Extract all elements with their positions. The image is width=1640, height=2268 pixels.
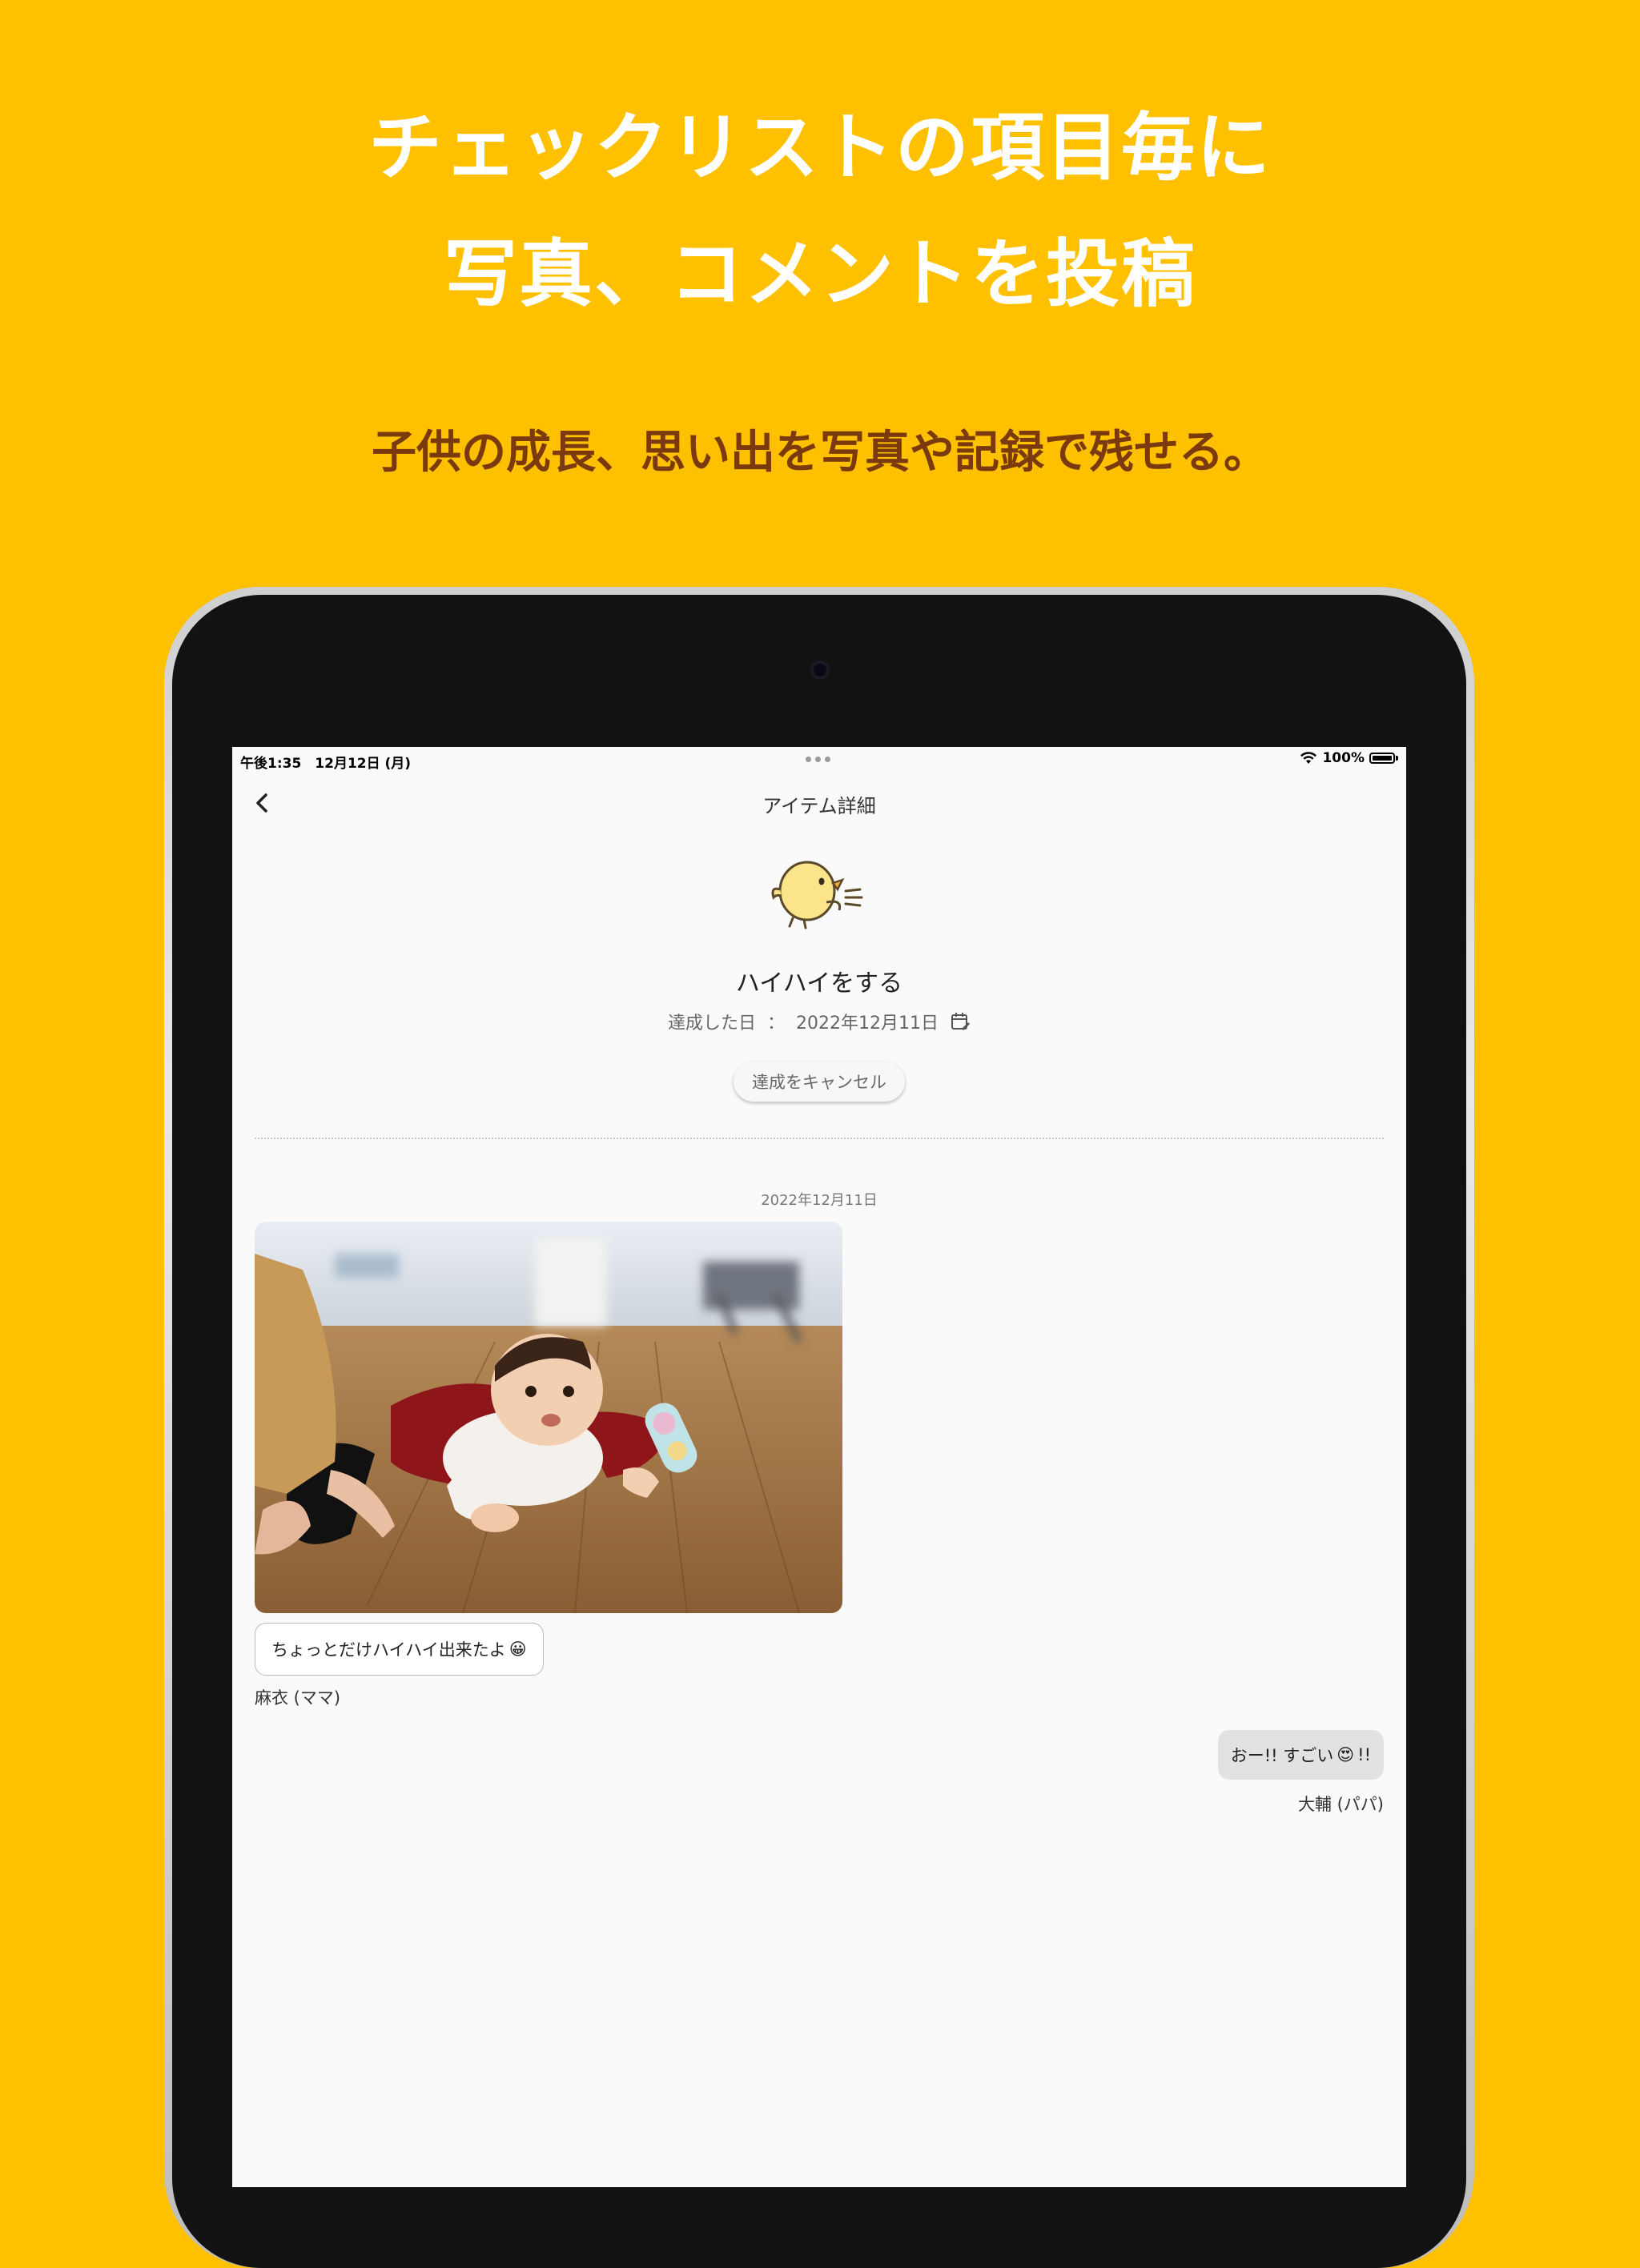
grinning-emoji-icon: 😀 — [508, 1640, 527, 1659]
comment-author: 大輔 (パパ) — [1297, 1795, 1384, 1814]
status-indicators: 100% — [1300, 750, 1398, 766]
headline-line-1: チェックリストの項目毎に — [368, 105, 1272, 191]
status-time-date: 午後1:35 12月12日 (月) — [240, 756, 412, 772]
calendar-edit-icon[interactable] — [950, 1011, 971, 1032]
wifi-icon — [1300, 752, 1317, 764]
comment-author: 麻衣 (ママ) — [255, 1688, 341, 1708]
comment-text: ちょっとだけハイハイ出来たよ — [271, 1640, 506, 1660]
comment-bubble-mama: ちょっとだけハイハイ出来たよ 😀 — [255, 1623, 544, 1676]
item-title: ハイハイをする — [735, 969, 903, 998]
headline-line-2: 写真、コメントを投稿 — [443, 231, 1196, 317]
baby-crawling-photo — [255, 1222, 842, 1613]
timeline-date: 2022年12月11日 — [761, 1192, 878, 1209]
divider — [255, 1138, 1384, 1139]
comment-bubble-papa: おー!! すごい 😍 !! — [1217, 1730, 1384, 1780]
heart-eyes-emoji-icon: 😍 — [1337, 1745, 1355, 1764]
cancel-achievement-button[interactable]: 達成をキャンセル — [734, 1062, 905, 1102]
achieved-date-row: 達成した日 ： 2022年12月11日 — [232, 1009, 1406, 1034]
achieved-label: 達成した日 — [667, 1014, 756, 1034]
achieved-date: 2022年12月11日 — [796, 1014, 939, 1034]
app-screen: 午後1:35 12月12日 (月) 100% アイテム詳細 ハイハイをする 達成… — [232, 747, 1406, 2187]
front-camera — [810, 660, 830, 680]
achieved-separator: ： — [767, 1014, 786, 1034]
battery-icon — [1369, 753, 1395, 764]
subheadline: 子供の成長、思い出を写真や記録で残せる。 — [372, 427, 1268, 479]
chick-icon — [771, 861, 863, 929]
battery-percent: 100% — [1322, 750, 1365, 766]
battery-nub — [1396, 756, 1398, 761]
post-photo[interactable] — [255, 1222, 842, 1613]
nav-title: アイテム詳細 — [762, 795, 876, 817]
comment-text: おー!! すごい — [1230, 1746, 1334, 1765]
multitasking-dots-icon[interactable] — [806, 757, 830, 762]
comment-text-suffix: !! — [1357, 1745, 1371, 1764]
